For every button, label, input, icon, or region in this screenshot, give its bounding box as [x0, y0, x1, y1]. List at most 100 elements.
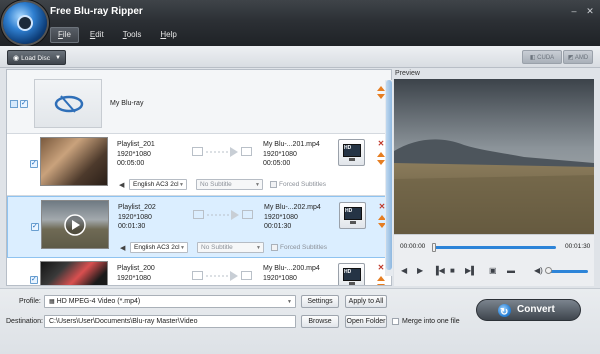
output-settings: Profile: ▦ HD MPEG-4 Video (*.mp4) ▼ Sett… [0, 288, 600, 354]
browse-button[interactable]: Browse [301, 315, 339, 328]
title-name: Playlist_202 [118, 204, 156, 211]
move-down-icon[interactable] [377, 282, 385, 285]
output-info: My Blu-...201.mp4 1920*1080 00:05:00 [263, 140, 320, 169]
chevron-down-icon[interactable]: ▼ [287, 296, 292, 308]
move-up-icon[interactable] [377, 274, 385, 281]
scrollbar-thumb[interactable] [386, 80, 392, 270]
rewind-icon[interactable]: ◀ [401, 266, 407, 275]
audio-track-select[interactable]: English AC3 2cl ▼ [129, 179, 187, 190]
convert-button[interactable]: Convert [476, 299, 581, 323]
title-row-selected[interactable]: Playlist_202 1920*1080 00:01:30 My Blu-.… [7, 196, 391, 258]
minimize-button[interactable]: – [567, 5, 581, 17]
title-row[interactable]: Playlist_201 1920*1080 00:05:00 My Blu-.… [7, 134, 391, 196]
current-time: 00:00:00 [400, 243, 426, 250]
menu-tools[interactable]: Tools [115, 27, 150, 43]
disc-checkbox[interactable] [20, 99, 28, 108]
audio-track-select[interactable]: English AC3 2cl ▼ [130, 242, 188, 253]
move-up-icon[interactable] [377, 84, 385, 91]
volume-icon[interactable]: ◀) [534, 266, 543, 275]
move-down-icon[interactable] [377, 158, 385, 165]
load-disc-button[interactable]: ◉ Load Disc ▼ [7, 50, 66, 65]
output-name: My Blu-...202.mp4 [264, 204, 321, 211]
video-thumbnail[interactable] [40, 137, 108, 186]
output-name: My Blu-...200.mp4 [263, 265, 320, 272]
stop-icon[interactable]: ■ [450, 266, 455, 275]
amd-button[interactable]: ◩ AMD [563, 50, 593, 64]
remove-title-icon[interactable]: ✕ [377, 140, 385, 148]
snapshot-icon[interactable]: ▣ [489, 266, 497, 275]
step-back-icon[interactable]: ▐◀ [433, 266, 445, 275]
output-info: My Blu-...202.mp4 1920*1080 00:01:30 [264, 203, 321, 232]
video-thumbnail[interactable] [41, 200, 109, 249]
title-duration: 00:01:30 [118, 223, 146, 230]
volume-slider[interactable] [548, 270, 588, 273]
chevron-down-icon[interactable]: ▼ [55, 51, 61, 66]
amd-icon: ◩ [567, 55, 575, 61]
title-checkbox[interactable] [31, 222, 39, 231]
close-button[interactable]: ✕ [583, 5, 597, 17]
film-icon: ▦ [49, 299, 55, 305]
title-row[interactable]: Playlist_200 1920*1080 My Blu-...200.mp4… [7, 258, 391, 285]
output-duration: 00:01:30 [264, 223, 292, 230]
disc-name: My Blu-ray [110, 100, 144, 107]
output-format-icon[interactable]: HD [338, 263, 365, 285]
play-icon[interactable]: ▶ [417, 266, 423, 275]
app-title: Free Blu-ray Ripper [50, 6, 143, 17]
move-up-icon[interactable] [377, 150, 385, 157]
open-folder-button[interactable]: Open Folder [345, 315, 387, 328]
blu-ray-thumbnail [34, 79, 102, 128]
profile-label: Profile: [19, 298, 41, 305]
forward-icon[interactable]: ▶▌ [465, 266, 477, 275]
convert-arrow-icon [192, 271, 252, 281]
destination-label: Destination: [6, 318, 43, 325]
output-resolution: 1920*1080 [263, 150, 297, 158]
app-logo-icon [3, 2, 47, 44]
folder-icon[interactable]: ▬ [507, 266, 515, 275]
output-name: My Blu-...201.mp4 [263, 141, 320, 148]
title-resolution: 1920*1080 [117, 274, 151, 282]
title-info: Playlist_201 1920*1080 00:05:00 [117, 140, 155, 169]
cuda-button[interactable]: ◧ CUDA [522, 50, 562, 64]
merge-label: Merge into one file [402, 318, 460, 325]
video-thumbnail[interactable] [40, 261, 108, 285]
menu-file[interactable]: File [50, 27, 79, 43]
output-resolution: 1920*1080 [263, 274, 297, 282]
merge-checkbox[interactable] [392, 318, 399, 325]
toolbar: ◉ Load Disc ▼ ◧ CUDA ◩ AMD [0, 46, 600, 68]
preview-video [394, 79, 594, 234]
title-info: Playlist_202 1920*1080 00:01:30 [118, 203, 156, 232]
seek-bar[interactable] [434, 246, 556, 249]
forced-subtitles-label: Forced Subtitles [280, 244, 327, 251]
menu-help[interactable]: Help [152, 27, 184, 43]
remove-title-icon[interactable]: ✕ [377, 264, 385, 272]
settings-button[interactable]: Settings [301, 295, 339, 308]
subtitle-select[interactable]: No Subtitle ▼ [196, 179, 263, 190]
output-format-icon[interactable]: HD [339, 202, 366, 229]
list-scrollbar[interactable] [385, 80, 393, 276]
apply-to-all-button[interactable]: Apply to All [345, 295, 387, 308]
title-resolution: 1920*1080 [118, 213, 152, 221]
title-name: Playlist_200 [117, 265, 155, 272]
move-down-icon[interactable] [377, 92, 385, 99]
title-checkbox[interactable] [30, 159, 38, 168]
forced-subtitles-checkbox[interactable] [270, 181, 277, 188]
total-time: 00:01:30 [565, 243, 591, 250]
menu-edit[interactable]: Edit [82, 27, 112, 43]
disc-row[interactable]: My Blu-ray [7, 70, 391, 134]
preview-frame [394, 79, 594, 234]
forced-subtitles-label: Forced Subtitles [279, 181, 326, 188]
profile-select[interactable]: ▦ HD MPEG-4 Video (*.mp4) ▼ [44, 295, 296, 308]
menu-bar: File Edit Tools Help [50, 27, 188, 43]
speaker-icon: ◀ [120, 245, 126, 252]
seek-handle[interactable] [432, 243, 436, 252]
title-checkbox[interactable] [30, 275, 38, 284]
title-name: Playlist_201 [117, 141, 155, 148]
play-icon[interactable] [42, 201, 110, 250]
collapse-all-toggle[interactable] [10, 100, 18, 108]
output-duration: 00:05:00 [263, 160, 291, 167]
subtitle-select[interactable]: No Subtitle ▼ [197, 242, 264, 253]
volume-handle[interactable] [545, 267, 552, 274]
forced-subtitles-checkbox[interactable] [271, 244, 278, 251]
destination-input[interactable]: C:\Users\User\Documents\Blu-ray Master\V… [44, 315, 296, 328]
output-format-icon[interactable]: HD [338, 139, 365, 166]
